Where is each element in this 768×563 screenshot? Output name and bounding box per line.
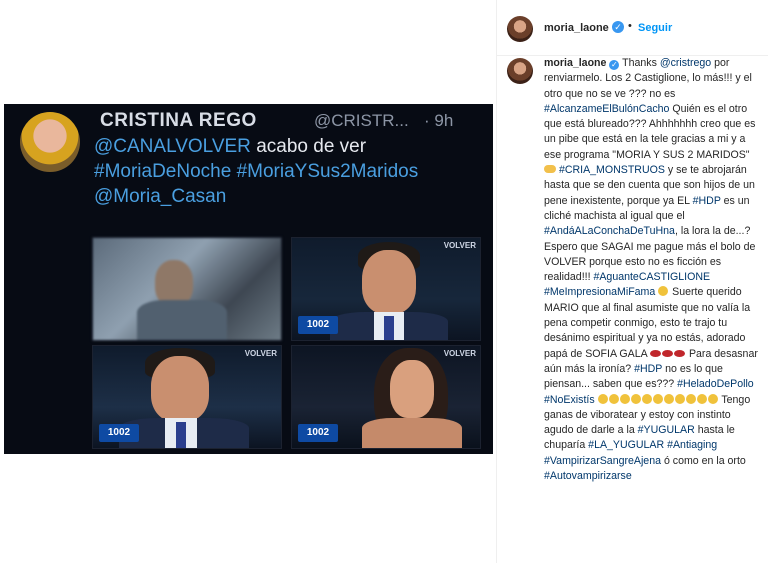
face [362, 250, 416, 314]
laughing-emoji-icon [685, 393, 696, 404]
caption-hashtag[interactable]: #MeImpresionaMiFama [544, 286, 655, 298]
channel-bug: 1002 [99, 424, 139, 442]
separator-dot: • [628, 20, 632, 32]
caption-hashtag[interactable]: #AlcanzameElBulónCacho [544, 103, 669, 115]
laughing-emoji-icon [641, 393, 652, 404]
post-details-pane: moria_laone ✓ • Seguir moria_laone ✓ Tha… [497, 0, 768, 563]
tweet-avatar [20, 112, 80, 172]
post-media-pane: CRISTINA REGO @CRISTR... · 9h @CANALVOLV… [0, 0, 497, 563]
tie [384, 316, 394, 340]
pointing-hand-icon [544, 165, 556, 174]
caption-mention[interactable]: @cristrego [660, 57, 711, 69]
caption-hashtag[interactable]: #Antiaging [667, 439, 717, 451]
laughing-emoji-icon [663, 393, 674, 404]
tweet-mention: @Moria_Casan [94, 186, 227, 207]
tv-stills-grid: VOLVER 1002 VOLVER 1002 VOLVER 1002 [92, 237, 482, 449]
laughing-emoji-icon [696, 393, 707, 404]
post-header: moria_laone ✓ • Seguir [497, 0, 768, 56]
shoulders [362, 418, 462, 448]
verified-badge-icon: ✓ [612, 21, 624, 33]
tie [176, 422, 186, 448]
caption-hashtag[interactable]: #Autovampirizarse [544, 470, 632, 482]
laughing-emoji-icon [597, 393, 608, 404]
channel-logo: VOLVER [244, 349, 277, 358]
caption-hashtag[interactable]: #YUGULAR [638, 424, 695, 436]
caption-hashtag[interactable]: #HDP [693, 195, 721, 207]
blurred-body [137, 300, 227, 340]
caption-hashtag[interactable]: #AndáALaConchaDeTuHna [544, 225, 675, 237]
tweet-author-handle: @CRISTR... [314, 111, 409, 130]
tv-still-man-2: VOLVER 1002 [92, 345, 282, 449]
caption-username[interactable]: moria_laone [544, 57, 606, 69]
caption-hashtag[interactable]: #CRIA_MONSTRUOS [559, 164, 665, 176]
tweet-text: @CANALVOLVER acabo de ver #MoriaDeNoche … [94, 134, 484, 209]
tv-still-man-1: VOLVER 1002 [291, 237, 481, 341]
author-username[interactable]: moria_laone [544, 22, 609, 34]
tweet-mention: @CANALVOLVER [94, 136, 251, 157]
tweet-hashtag: #MoriaYSus2Maridos [236, 161, 419, 182]
laughing-emoji-icon [619, 393, 630, 404]
tv-still-woman: VOLVER 1002 [291, 345, 481, 449]
follow-button[interactable]: Seguir [638, 22, 672, 34]
lips-emoji-icon [662, 349, 674, 357]
post-image[interactable]: CRISTINA REGO @CRISTR... · 9h @CANALVOLV… [4, 104, 493, 454]
caption-hashtag[interactable]: #NoExistís [544, 394, 595, 406]
channel-logo: VOLVER [443, 349, 476, 358]
laughing-emoji-icon [707, 393, 718, 404]
caption-hashtag[interactable]: #VampirizarSangreAjena [544, 455, 661, 467]
caption-avatar[interactable] [507, 58, 533, 84]
laughing-emoji-icon [674, 393, 685, 404]
verified-badge-icon: ✓ [609, 60, 620, 70]
laughing-emoji-icon [630, 393, 641, 404]
lips-emoji-icon [674, 349, 686, 357]
caption-hashtag[interactable]: #AguanteCASTIGLIONE [593, 271, 710, 283]
lips-emoji-icon [650, 349, 662, 357]
caption-hashtag[interactable]: #HeladoDePollo [677, 378, 754, 390]
channel-bug: 1002 [298, 316, 338, 334]
instagram-post-modal: CRISTINA REGO @CRISTR... · 9h @CANALVOLV… [0, 0, 768, 563]
tweet-text-part: acabo de ver [250, 136, 367, 157]
channel-bug: 1002 [298, 424, 338, 442]
caption-text-part: ó como en la orto [661, 454, 746, 467]
face [390, 360, 434, 418]
channel-logo: VOLVER [443, 241, 476, 250]
laughing-emoji-icon [652, 393, 663, 404]
caption-hashtag[interactable]: #LA_YUGULAR [588, 439, 664, 451]
tweet-hashtag: #MoriaDeNoche [94, 161, 232, 182]
caption-hashtag[interactable]: #HDP [634, 363, 662, 375]
smile-emoji-icon [658, 286, 669, 297]
tweet-author-name: CRISTINA REGO [100, 110, 257, 131]
face [151, 356, 209, 422]
blurred-tv-still [92, 237, 282, 341]
caption-text: moria_laone ✓ Thanks @cristrego por renv… [544, 56, 759, 484]
caption-text-part: Thanks [619, 57, 660, 69]
author-avatar[interactable] [507, 16, 533, 42]
laughing-emoji-icon [608, 393, 619, 404]
tweet-time: · 9h [424, 111, 454, 130]
